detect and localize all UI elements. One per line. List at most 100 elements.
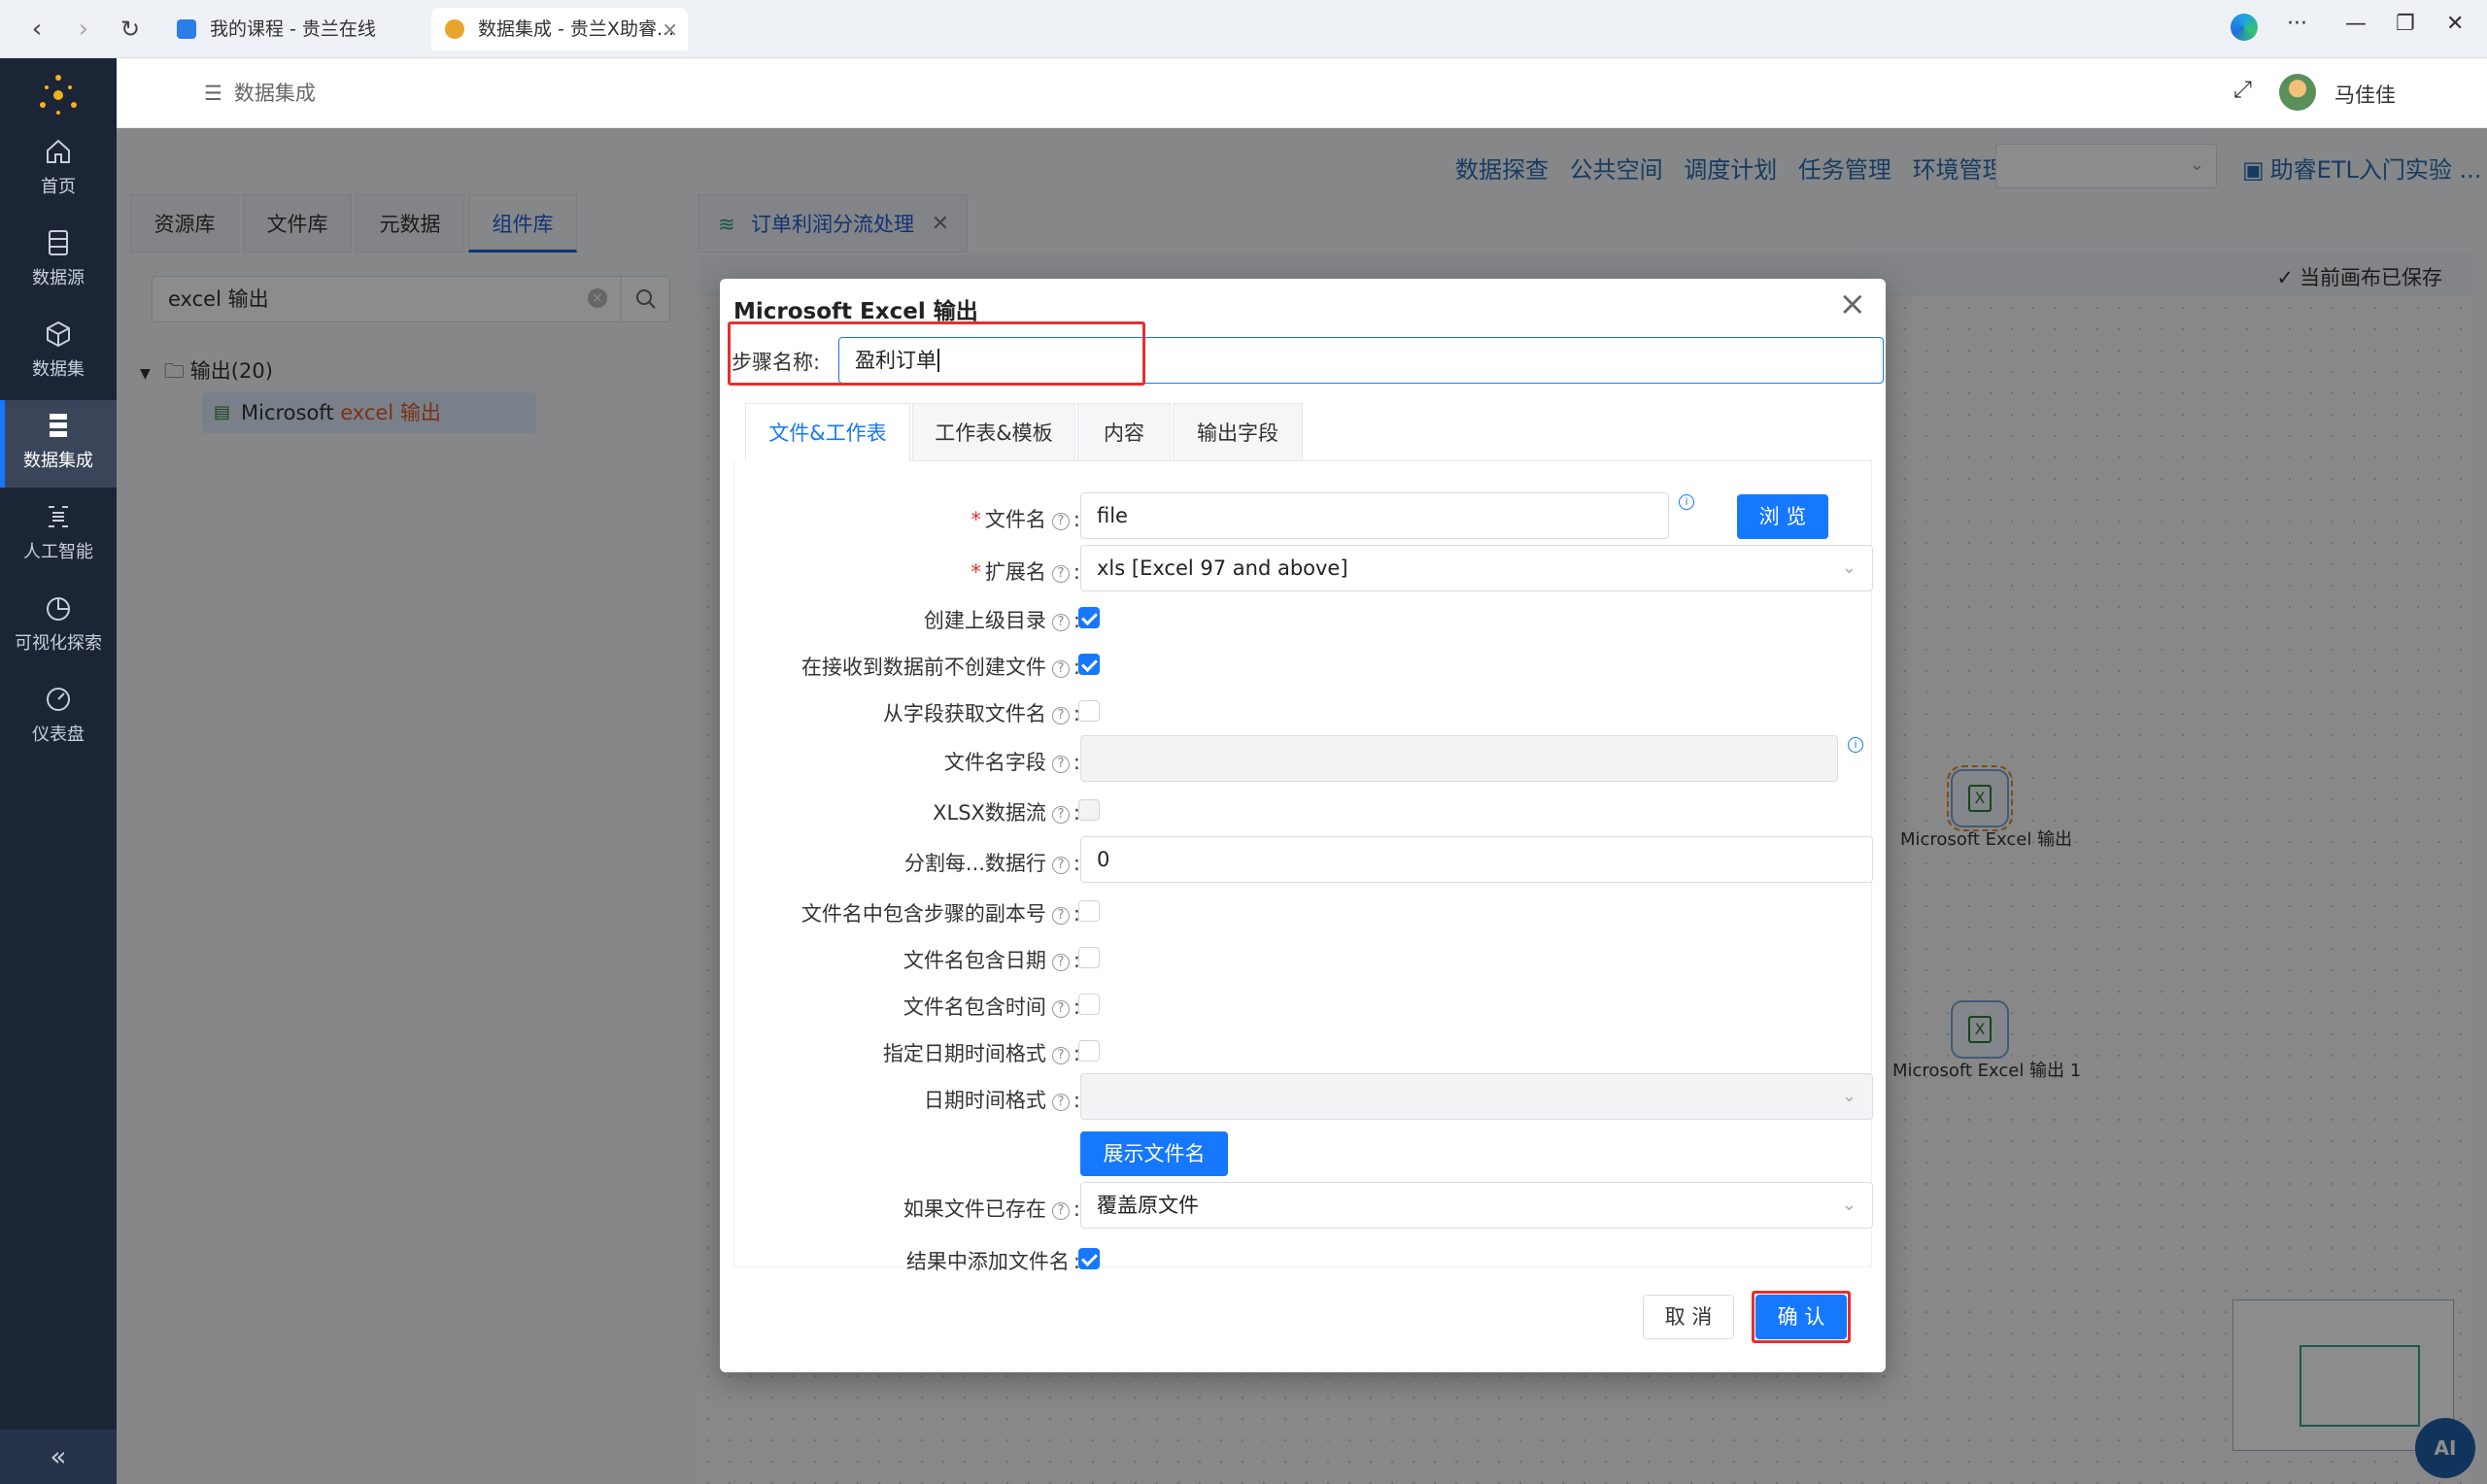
dashboard-icon <box>47 688 70 711</box>
row-no-create-before-data: 在接收到数据前不创建文件?: <box>734 640 1873 687</box>
cancel-button[interactable]: 取 消 <box>1643 1295 1734 1339</box>
specify-datetime-format-label-text: 指定日期时间格式 <box>882 1042 1046 1065</box>
sidebar-item-home[interactable]: 首页 <box>0 126 117 214</box>
avatar[interactable] <box>2279 74 2316 111</box>
filename-field-label-text: 文件名字段 <box>943 751 1046 774</box>
specify-datetime-format-checkbox[interactable] <box>1078 1040 1100 1062</box>
split-rows-input[interactable]: 0 <box>1080 836 1873 883</box>
row-add-to-result: 结果中添加文件名: <box>734 1234 1873 1281</box>
help-icon: ? <box>1051 954 1070 971</box>
browse-button[interactable]: 浏 览 <box>1737 494 1828 539</box>
sidebar-item-visual[interactable]: 可视化探索 <box>0 583 117 670</box>
extension-label-text: 扩展名 <box>984 560 1046 584</box>
include-copy-label: 文件名中包含步骤的副本号?: <box>801 902 1080 926</box>
edge-icon[interactable] <box>2231 14 2258 41</box>
help-icon: ? <box>1051 513 1070 530</box>
dialog-tabs: 文件&工作表 工作表&模板 内容 输出字段 <box>745 403 1872 461</box>
integration-favicon-icon <box>445 19 464 39</box>
back-icon[interactable]: ‹ <box>21 14 52 45</box>
sidebar-item-dashboard[interactable]: 仪表盘 <box>0 674 117 761</box>
tab-sheet-template[interactable]: 工作表&模板 <box>912 403 1075 461</box>
filename-field-input <box>1080 735 1838 782</box>
home-icon <box>47 139 70 163</box>
sidebar-item-dataset[interactable]: 数据集 <box>0 309 117 396</box>
file-sheet-form: * 文件名?: file i 浏 览 * 扩展名?: xls [Excel 97 a… <box>733 461 1873 1273</box>
breadcrumb-label: 数据集成 <box>233 82 316 105</box>
tab-file-sheet[interactable]: 文件&工作表 <box>745 403 910 461</box>
include-date-checkbox[interactable] <box>1078 947 1100 968</box>
sidebar-item-integration[interactable]: 数据集成 <box>0 400 117 488</box>
row-extension: * 扩展名?: xls [Excel 97 and above] ⌄ <box>734 545 1873 591</box>
filename-from-field-checkbox[interactable] <box>1078 700 1100 722</box>
extension-select[interactable]: xls [Excel 97 and above] ⌄ <box>1080 545 1873 591</box>
minimize-icon[interactable]: — <box>2345 12 2367 36</box>
if-exists-label: 如果文件已存在?: <box>903 1197 1080 1221</box>
integration-icon <box>50 414 67 437</box>
browser-tab-course[interactable]: 我的课程 - 贵兰在线 <box>163 8 426 51</box>
close-dialog-icon[interactable]: × <box>1839 285 1867 323</box>
add-to-result-checkbox[interactable] <box>1078 1248 1100 1269</box>
no-create-before-data-label: 在接收到数据前不创建文件?: <box>801 656 1080 679</box>
help-icon: ? <box>1051 565 1070 583</box>
no-create-before-data-checkbox[interactable] <box>1078 654 1100 675</box>
browser-tab-integration[interactable]: 数据集成 - 贵兰X助睿... × <box>431 8 688 51</box>
include-copy-checkbox[interactable] <box>1078 900 1100 922</box>
reload-icon[interactable]: ↻ <box>115 14 146 45</box>
username[interactable]: 马佳佳 <box>2334 80 2396 109</box>
filename-label-text: 文件名 <box>984 508 1046 531</box>
sidebar-item-label: 人工智能 <box>23 542 93 562</box>
sidebar-item-datasource[interactable]: 数据源 <box>0 218 117 305</box>
help-icon: ? <box>1051 1047 1070 1064</box>
filename-from-field-label-text: 从字段获取文件名 <box>882 702 1046 725</box>
no-create-before-data-label-text: 在接收到数据前不创建文件 <box>801 656 1046 679</box>
highlight-confirm <box>1752 1291 1851 1343</box>
xlsx-stream-label-text: XLSX数据流 <box>933 801 1046 825</box>
row-include-time: 文件名包含时间?: <box>734 980 1873 1027</box>
chart-icon <box>47 597 70 621</box>
close-tab-icon[interactable]: × <box>662 8 678 51</box>
filename-from-field-label: 从字段获取文件名?: <box>882 702 1080 725</box>
ai-icon <box>49 506 68 527</box>
collapse-sidebar-button[interactable]: « <box>0 1430 117 1484</box>
more-icon[interactable]: ··· <box>2287 12 2307 36</box>
filename-label: * 文件名?: <box>971 508 1080 531</box>
tab-content[interactable]: 内容 <box>1077 403 1171 461</box>
close-window-icon[interactable]: ✕ <box>2446 12 2464 36</box>
split-rows-label: 分割每...数据行?: <box>903 852 1080 875</box>
if-exists-value: 覆盖原文件 <box>1097 1194 1199 1217</box>
row-filename: * 文件名?: file i 浏 览 <box>734 492 1873 539</box>
forward-icon[interactable]: › <box>68 14 99 45</box>
include-time-label: 文件名包含时间?: <box>903 995 1080 1019</box>
sidebar-item-label: 首页 <box>41 177 76 197</box>
row-filename-from-field: 从字段获取文件名?: <box>734 687 1873 733</box>
show-filename-button[interactable]: 展示文件名 <box>1080 1131 1228 1176</box>
if-exists-label-text: 如果文件已存在 <box>903 1197 1046 1221</box>
if-exists-select[interactable]: 覆盖原文件 ⌄ <box>1080 1182 1873 1229</box>
menu-list-icon: ☰ <box>204 82 222 105</box>
create-parent-checkbox[interactable] <box>1078 607 1100 628</box>
app-logo-icon[interactable] <box>35 72 82 118</box>
row-filename-field: 文件名字段?: i <box>734 735 1873 782</box>
help-icon: ? <box>1051 614 1070 631</box>
filename-field-label: 文件名字段?: <box>943 751 1080 774</box>
chevron-down-icon: ⌄ <box>1841 1195 1857 1215</box>
include-time-label-text: 文件名包含时间 <box>903 995 1046 1019</box>
browser-tab-title: 数据集成 - 贵兰X助睿... <box>478 18 675 40</box>
tab-output-fields[interactable]: 输出字段 <box>1173 403 1303 461</box>
sidebar-item-label: 数据源 <box>32 268 85 288</box>
include-time-checkbox[interactable] <box>1078 994 1100 1015</box>
top-header: ☰ 数据集成 ⤢ 马佳佳 <box>117 58 2487 128</box>
filename-input[interactable]: file <box>1080 492 1669 539</box>
restore-icon[interactable]: ❐ <box>2396 12 2415 36</box>
sidebar-item-ai[interactable]: 人工智能 <box>0 491 117 579</box>
fullscreen-icon[interactable]: ⤢ <box>2233 76 2252 103</box>
xlsx-stream-label: XLSX数据流?: <box>933 801 1080 825</box>
include-date-label: 文件名包含日期?: <box>903 949 1080 972</box>
course-favicon-icon <box>177 19 196 39</box>
sidebar-item-label: 数据集 <box>32 359 85 380</box>
help-icon: ? <box>1051 660 1070 678</box>
help-icon: ? <box>1051 907 1070 925</box>
row-split-rows: 分割每...数据行?: 0 <box>734 836 1873 883</box>
row-include-date: 文件名包含日期?: <box>734 933 1873 980</box>
create-parent-label-text: 创建上级目录 <box>923 609 1046 632</box>
